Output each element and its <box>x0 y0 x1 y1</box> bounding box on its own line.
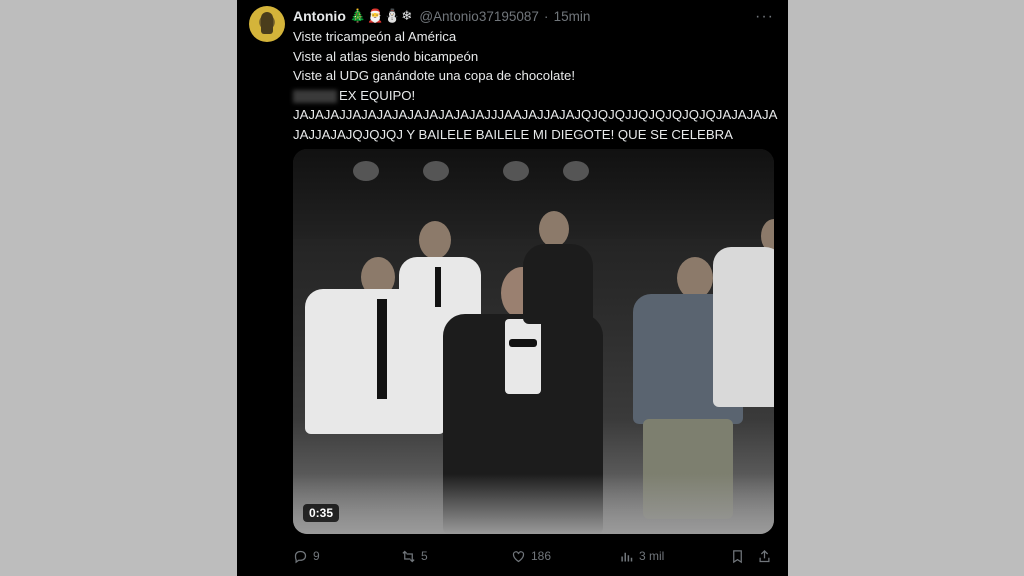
stage-light <box>353 161 379 181</box>
floor <box>293 474 774 534</box>
tweet-line: JAJAJAJJAJAJAJAJAJAJAJAJAJJJAAJAJJAJAJQJ… <box>293 107 778 122</box>
video-player[interactable]: 0:35 <box>293 149 774 534</box>
author-name[interactable]: Antonio <box>293 8 346 24</box>
share-button[interactable] <box>757 549 772 564</box>
stage-light <box>423 161 449 181</box>
bookmark-icon <box>733 549 742 563</box>
more-icon[interactable]: ··· <box>755 8 774 26</box>
video-duration: 0:35 <box>303 504 340 522</box>
share-icon <box>759 549 770 562</box>
tweet-line: EX EQUIPO! <box>339 87 416 103</box>
author-handle[interactable]: @Antonio37195087 <box>419 9 539 24</box>
tweet-line: Viste al atlas siendo bicampeón <box>293 48 479 64</box>
repost-icon <box>402 550 415 562</box>
tweet-line-redacted: EX EQUIPO! <box>293 86 773 106</box>
stage-background <box>293 149 774 239</box>
author-emojis: 🎄🎅⛄❄ <box>349 8 414 23</box>
views-button[interactable]: 3 mil <box>619 549 664 564</box>
bookmark-button[interactable] <box>730 549 745 564</box>
tweet-line: Viste al UDG ganándote una copa de choco… <box>293 68 576 83</box>
tweet-line: Viste tricampeón al América <box>293 29 457 44</box>
repost-count: 5 <box>421 549 428 563</box>
like-button[interactable]: 186 <box>511 549 551 564</box>
redacted-text <box>293 89 337 103</box>
avatar[interactable] <box>249 6 285 42</box>
stage-light <box>563 161 589 181</box>
views-count: 3 mil <box>639 549 665 563</box>
tweet-text: Viste tricampeón al América Viste al atl… <box>293 27 778 144</box>
repost-button[interactable]: 5 <box>401 549 428 564</box>
action-bar: 9 5 186 3 mil <box>293 545 773 567</box>
tweet-header: Antonio 🎄🎅⛄❄ @Antonio37195087 · 15min <box>293 6 778 26</box>
like-count: 186 <box>531 549 552 563</box>
like-icon <box>512 550 525 562</box>
tweet-time[interactable]: 15min <box>554 9 591 24</box>
reply-count: 9 <box>313 549 320 563</box>
views-icon <box>621 552 633 561</box>
reply-icon <box>294 550 307 563</box>
tweet-card: Antonio 🎄🎅⛄❄ @Antonio37195087 · 15min ··… <box>237 0 788 576</box>
reply-button[interactable]: 9 <box>293 549 320 564</box>
separator-dot: · <box>543 8 549 24</box>
tweet-line: JAJJAJAJQJQJQJ Y BAILELE BAILELE MI DIEG… <box>293 126 733 142</box>
avatar-figure <box>261 12 273 34</box>
stage-light <box>503 161 529 181</box>
